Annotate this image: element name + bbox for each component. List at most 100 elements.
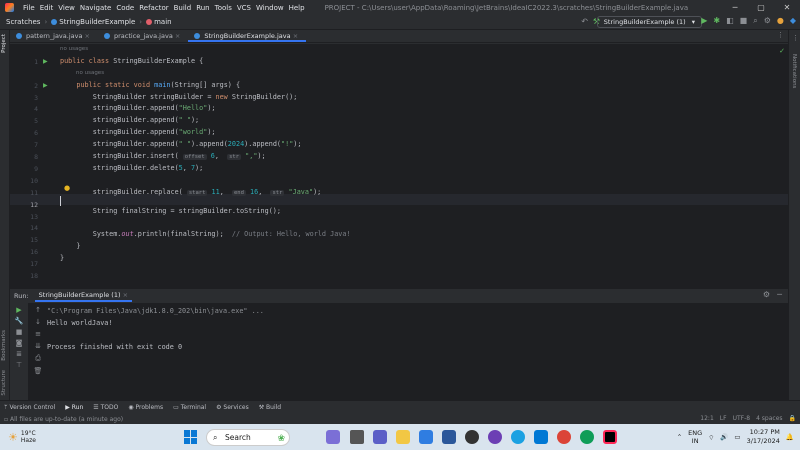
code-editor[interactable]: ✓ no usages no usages 1 ▶ public class S… xyxy=(10,44,788,288)
taskbar-search-box[interactable]: ⌕ Search ❀ xyxy=(206,429,290,446)
problems-button[interactable]: ◉ Problems xyxy=(128,404,163,411)
run-button[interactable]: ▶ Run xyxy=(65,404,83,411)
menu-edit[interactable]: Edit xyxy=(40,4,54,12)
breadcrumb-class[interactable]: StringBuilderExample xyxy=(59,18,135,26)
close-tab-icon[interactable]: × xyxy=(175,32,180,40)
wrench-icon[interactable]: 🔧 xyxy=(15,317,24,325)
close-icon[interactable]: ✕ xyxy=(774,0,800,15)
scroll-to-end-icon[interactable]: ⇊ xyxy=(35,342,41,350)
back-icon[interactable]: ↶ xyxy=(581,17,588,26)
clock[interactable]: 10:27 PM 3/17/2024 xyxy=(747,428,780,446)
battery-icon[interactable]: ▭ xyxy=(734,433,740,441)
menu-build[interactable]: Build xyxy=(174,4,192,12)
status-message[interactable]: ▫ All files are up-to-date (a minute ago… xyxy=(4,416,123,423)
down-arrow-icon[interactable]: ↓ xyxy=(35,318,41,326)
search-everywhere-icon[interactable]: ⌕ xyxy=(753,16,757,26)
stop-icon[interactable]: ■ xyxy=(16,328,23,336)
word-icon[interactable] xyxy=(442,430,456,444)
mail-icon[interactable] xyxy=(534,430,548,444)
microsoft-store-icon[interactable] xyxy=(419,430,433,444)
tab-stringbuilder-example[interactable]: StringBuilderExample.java × xyxy=(188,30,307,42)
run-gutter-icon[interactable]: ▶ xyxy=(43,82,48,89)
tab-pattern-java[interactable]: pattern_java.java × xyxy=(10,30,98,42)
chrome-icon[interactable] xyxy=(557,430,571,444)
updates-icon[interactable]: ● xyxy=(777,16,784,26)
settings-gear-icon[interactable]: ⚙ xyxy=(763,290,770,299)
stop-icon[interactable]: ■ xyxy=(740,16,748,26)
media-app-icon[interactable] xyxy=(465,430,479,444)
line-separator[interactable]: LF xyxy=(720,414,727,424)
file-encoding[interactable]: UTF-8 xyxy=(733,414,751,424)
no-problems-check-icon[interactable]: ✓ xyxy=(779,47,785,55)
jetbrains-toolbox-icon[interactable]: ◆ xyxy=(790,16,796,26)
build-button[interactable]: ⚒ Build xyxy=(259,404,281,411)
minimize-icon[interactable]: ─ xyxy=(722,0,748,15)
coverage-icon[interactable]: ◧ xyxy=(726,16,734,26)
structure-tool-button[interactable]: Structure xyxy=(1,370,7,396)
copilot-icon[interactable] xyxy=(326,430,340,444)
inlay-hint-no-usages[interactable]: no usages xyxy=(76,70,104,76)
notification-bell-icon[interactable]: 🔔 xyxy=(786,433,794,441)
menu-code[interactable]: Code xyxy=(116,4,134,12)
bookmarks-tool-button[interactable]: Bookmarks xyxy=(1,330,7,361)
services-button[interactable]: ⚙ Services xyxy=(216,404,249,411)
run-configuration-select[interactable]: StringBuilderExample (1) ▾ xyxy=(596,16,702,28)
menu-refactor[interactable]: Refactor xyxy=(139,4,168,12)
print-icon[interactable]: ⎙ xyxy=(35,354,41,363)
breadcrumb-method[interactable]: main xyxy=(154,18,172,26)
teams-icon[interactable] xyxy=(373,430,387,444)
close-tab-icon[interactable]: × xyxy=(123,291,128,299)
volume-icon[interactable]: 🔊 xyxy=(720,433,728,441)
close-tab-icon[interactable]: × xyxy=(293,32,298,40)
menu-run[interactable]: Run xyxy=(196,4,209,12)
show-hidden-icons[interactable]: ⌃ xyxy=(677,433,682,441)
menu-vcs[interactable]: VCS xyxy=(237,4,251,12)
pin-icon[interactable]: ⊤ xyxy=(16,361,22,369)
language-indicator[interactable]: ENG IN xyxy=(688,429,702,445)
terminal-button[interactable]: ▭ Terminal xyxy=(173,404,206,411)
wifi-icon[interactable]: ⌔ xyxy=(708,433,714,442)
version-control-button[interactable]: ᛘ Version Control xyxy=(4,404,55,411)
camera-icon[interactable]: ◙ xyxy=(16,339,23,347)
weather-widget[interactable]: ☀ 19°C Haze xyxy=(8,430,36,444)
windows-start-icon[interactable] xyxy=(184,430,198,444)
run-icon[interactable]: ▶ xyxy=(701,16,707,26)
indent-setting[interactable]: 4 spaces xyxy=(756,414,782,424)
menu-view[interactable]: View xyxy=(58,4,75,12)
lock-icon[interactable]: 🔒 xyxy=(789,414,796,424)
file-explorer-icon[interactable] xyxy=(396,430,410,444)
rerun-icon[interactable]: ▶ xyxy=(16,306,21,314)
layout-icon[interactable]: ≣ xyxy=(16,350,22,358)
todo-button[interactable]: ☰ TODO xyxy=(93,404,118,411)
soft-wrap-icon[interactable]: ≡ xyxy=(35,330,41,338)
menu-window[interactable]: Window xyxy=(256,4,284,12)
debug-icon[interactable]: ✱ xyxy=(713,16,720,26)
console-output[interactable]: "C:\Program Files\Java\jdk1.8.0_202\bin\… xyxy=(28,303,788,400)
up-arrow-icon[interactable]: ↑ xyxy=(35,306,41,314)
run-gutter-icon[interactable]: ▶ xyxy=(43,58,48,65)
trash-icon[interactable]: 🗑 xyxy=(34,367,43,375)
task-view-icon[interactable] xyxy=(350,430,364,444)
intellij-taskbar-icon[interactable] xyxy=(603,430,617,444)
edge-browser-icon[interactable] xyxy=(511,430,525,444)
menu-file[interactable]: File xyxy=(23,4,35,12)
chrome-profile-icon[interactable] xyxy=(580,430,594,444)
notifications-tool-button[interactable]: Notifications xyxy=(791,54,797,88)
menu-help[interactable]: Help xyxy=(289,4,305,12)
settings-gear-icon[interactable]: ⚙ xyxy=(764,16,771,26)
more-options-icon[interactable]: ⋮ xyxy=(792,34,799,42)
close-tab-icon[interactable]: × xyxy=(85,32,90,40)
run-tab[interactable]: StringBuilderExample (1) × xyxy=(34,290,133,302)
menu-navigate[interactable]: Navigate xyxy=(80,4,111,12)
caret-position[interactable]: 12:1 xyxy=(700,414,713,424)
maximize-icon[interactable]: ▢ xyxy=(748,0,774,15)
inlay-hint-no-usages[interactable]: no usages xyxy=(60,46,88,52)
tab-practice-java[interactable]: practice_java.java × xyxy=(98,30,188,42)
app-icon[interactable] xyxy=(488,430,502,444)
project-tool-button[interactable]: Project xyxy=(1,34,7,53)
menu-tools[interactable]: Tools xyxy=(215,4,232,12)
breadcrumb-scratches[interactable]: Scratches xyxy=(6,18,40,26)
minimize-panel-icon[interactable]: ─ xyxy=(777,290,782,299)
tabs-more-icon[interactable]: ⋮ xyxy=(777,31,784,39)
